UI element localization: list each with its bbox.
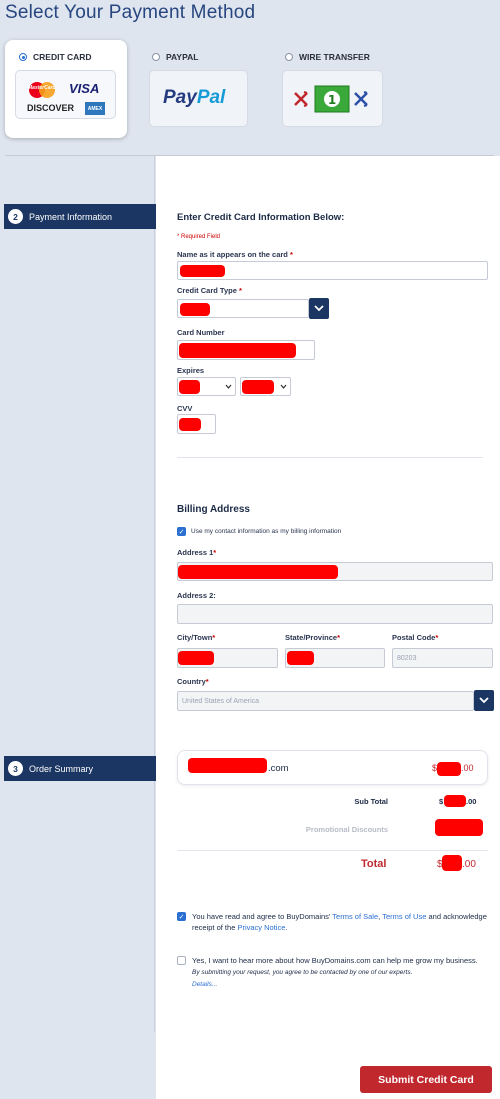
step-label: Order Summary bbox=[29, 763, 94, 774]
marketing-optin[interactable]: Yes, I want to hear more about how BuyDo… bbox=[177, 955, 487, 990]
card-number-input[interactable] bbox=[177, 340, 315, 360]
mastercard-logo-text: MasterCard bbox=[28, 85, 56, 91]
domain-suffix: .com bbox=[268, 763, 289, 774]
card-type-label: Credit Card Type * bbox=[177, 286, 242, 295]
address1-label: Address 1* bbox=[177, 548, 217, 557]
paypal-radio[interactable] bbox=[152, 53, 160, 61]
terms-text: You have read and agree to BuyDomains' T… bbox=[192, 912, 487, 932]
expires-label: Expires bbox=[177, 366, 205, 375]
paypal-option-label: PAYPAL bbox=[166, 52, 199, 62]
redacted-subtotal bbox=[444, 795, 466, 807]
svg-text:1: 1 bbox=[328, 93, 336, 107]
step-label: Payment Information bbox=[29, 211, 113, 222]
paypal-logo: PayPal bbox=[163, 87, 226, 108]
terms-of-sale-link[interactable]: Terms of Sale bbox=[332, 912, 378, 921]
paypal-radio-option[interactable]: PAYPAL bbox=[152, 52, 198, 62]
privacy-notice-link[interactable]: Privacy Notice bbox=[237, 923, 285, 932]
redacted-value bbox=[287, 651, 314, 665]
terms-agreement[interactable]: ✓ You have read and agree to BuyDomains'… bbox=[177, 911, 487, 933]
redacted-value bbox=[178, 565, 338, 579]
name-on-card-input[interactable] bbox=[177, 261, 488, 280]
redacted-value bbox=[178, 651, 214, 665]
step-sidebar bbox=[0, 156, 155, 1032]
item-price-suffix: .00 bbox=[461, 763, 474, 773]
terms-of-use-link[interactable]: Terms of Use bbox=[382, 912, 426, 921]
amex-logo: AMEX bbox=[85, 102, 105, 115]
redacted-value bbox=[180, 265, 225, 277]
required-field-note: * Required Field bbox=[177, 234, 221, 240]
wire-transfer-logo-tile[interactable]: 1 bbox=[282, 70, 383, 127]
redacted-value bbox=[242, 380, 274, 394]
discover-logo: DISCOVER bbox=[27, 103, 75, 113]
use-contact-info-checkbox[interactable]: ✓ bbox=[177, 527, 186, 536]
step-number: 3 bbox=[8, 761, 23, 776]
postal-code-input[interactable]: 80203 bbox=[392, 648, 493, 668]
cvv-input[interactable] bbox=[177, 414, 216, 434]
redacted-total bbox=[442, 855, 462, 871]
details-link[interactable]: Details... bbox=[192, 981, 217, 988]
card-number-label: Card Number bbox=[177, 328, 225, 337]
visa-logo: VISA bbox=[69, 81, 100, 96]
total-label: Total bbox=[361, 858, 387, 870]
credit-card-option-label: CREDIT CARD bbox=[33, 52, 92, 62]
terms-checkbox[interactable]: ✓ bbox=[177, 912, 186, 921]
chevron-down-icon[interactable] bbox=[309, 298, 329, 319]
use-contact-info-label: Use my contact information as my billing… bbox=[191, 528, 342, 535]
credit-card-radio[interactable] bbox=[19, 53, 27, 61]
marketing-checkbox[interactable] bbox=[177, 956, 186, 965]
redacted-price bbox=[437, 762, 461, 776]
subtotal-label: Sub Total bbox=[354, 797, 388, 806]
submit-credit-card-button[interactable]: Submit Credit Card bbox=[360, 1066, 492, 1093]
country-select[interactable]: United States of America bbox=[177, 691, 474, 711]
city-label: City/Town* bbox=[177, 633, 216, 642]
address2-label: Address 2: bbox=[177, 591, 216, 600]
state-label: State/Province* bbox=[285, 633, 341, 642]
promo-discounts-label: Promotional Discounts bbox=[305, 825, 388, 834]
step-payment-information: 2 Payment Information bbox=[4, 204, 175, 229]
cvv-label: CVV bbox=[177, 404, 193, 413]
marketing-text: Yes, I want to hear more about how BuyDo… bbox=[192, 956, 478, 988]
chevron-down-icon bbox=[225, 384, 232, 389]
chevron-down-icon[interactable] bbox=[474, 690, 494, 711]
paypal-logo-tile[interactable]: PayPal bbox=[149, 70, 248, 127]
redacted-value bbox=[179, 380, 200, 394]
wire-transfer-icon: 1 bbox=[294, 85, 368, 113]
country-label: Country* bbox=[177, 677, 209, 686]
subtotal-suffix: .00 bbox=[466, 797, 477, 806]
postal-code-label: Postal Code* bbox=[392, 633, 439, 642]
expiry-month-select[interactable] bbox=[177, 377, 236, 396]
step-order-summary: 3 Order Summary bbox=[4, 756, 175, 781]
expiry-year-select[interactable] bbox=[240, 377, 291, 396]
billing-address-heading: Billing Address bbox=[177, 504, 250, 515]
redacted-domain-name bbox=[188, 758, 267, 773]
redacted-value bbox=[179, 343, 296, 358]
subtotal-prefix: $ bbox=[439, 797, 444, 806]
form-divider bbox=[177, 457, 483, 458]
wire-transfer-option-label: WIRE TRANSFER bbox=[299, 52, 370, 62]
use-contact-info-option[interactable]: ✓ Use my contact information as my billi… bbox=[177, 527, 341, 536]
address1-input[interactable] bbox=[177, 562, 493, 581]
summary-divider bbox=[177, 850, 488, 851]
credit-card-radio-option[interactable]: CREDIT CARD bbox=[19, 52, 92, 62]
redacted-discount bbox=[435, 819, 483, 836]
step-number: 2 bbox=[8, 209, 23, 224]
redacted-value bbox=[179, 418, 201, 431]
wire-transfer-radio[interactable] bbox=[285, 53, 293, 61]
wire-transfer-radio-option[interactable]: WIRE TRANSFER bbox=[285, 52, 370, 62]
page-title: Select Your Payment Method bbox=[5, 2, 256, 23]
state-input[interactable] bbox=[285, 648, 385, 668]
credit-card-logos-tile[interactable]: MasterCard VISA DISCOVER AMEX bbox=[15, 70, 116, 119]
total-suffix: .00 bbox=[462, 859, 476, 870]
city-input[interactable] bbox=[177, 648, 278, 668]
name-on-card-label: Name as it appears on the card * bbox=[177, 250, 293, 259]
card-type-select[interactable] bbox=[177, 299, 309, 318]
chevron-down-icon bbox=[280, 384, 287, 389]
address2-input[interactable] bbox=[177, 604, 493, 624]
redacted-value bbox=[180, 303, 210, 316]
card-form-heading: Enter Credit Card Information Below: bbox=[177, 212, 345, 223]
